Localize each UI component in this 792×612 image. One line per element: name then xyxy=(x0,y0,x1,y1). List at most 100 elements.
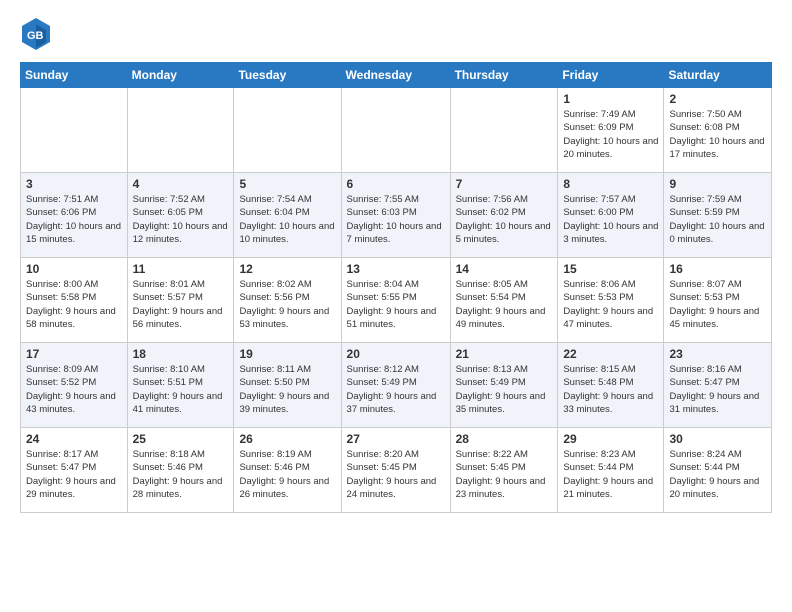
calendar-week-2: 10 Sunrise: 8:00 AM Sunset: 5:58 PM Dayli… xyxy=(21,258,772,343)
calendar-cell xyxy=(127,88,234,173)
calendar-cell: 10 Sunrise: 8:00 AM Sunset: 5:58 PM Dayli… xyxy=(21,258,128,343)
logo: GB xyxy=(20,16,56,52)
day-info: Sunrise: 8:22 AM Sunset: 5:45 PM Dayligh… xyxy=(456,448,553,501)
day-number: 19 xyxy=(239,347,335,361)
day-number: 5 xyxy=(239,177,335,191)
day-number: 24 xyxy=(26,432,122,446)
day-info: Sunrise: 8:07 AM Sunset: 5:53 PM Dayligh… xyxy=(669,278,766,331)
calendar-cell: 17Sunrise: 8:09 AM Sunset: 5:52 PM Dayli… xyxy=(21,343,128,428)
day-number: 13 xyxy=(347,262,445,276)
day-number: 1 xyxy=(563,92,658,106)
calendar-cell: 15 Sunrise: 8:06 AM Sunset: 5:53 PM Dayli… xyxy=(558,258,664,343)
day-number: 7 xyxy=(456,177,553,191)
day-number: 23 xyxy=(669,347,766,361)
day-info: Sunrise: 8:05 AM Sunset: 5:54 PM Dayligh… xyxy=(456,278,553,331)
calendar-cell: 7 Sunrise: 7:56 AM Sunset: 6:02 PM Daylig… xyxy=(450,173,558,258)
calendar-cell: 8 Sunrise: 7:57 AM Sunset: 6:00 PM Daylig… xyxy=(558,173,664,258)
calendar-cell xyxy=(450,88,558,173)
day-info: Sunrise: 8:00 AM Sunset: 5:58 PM Dayligh… xyxy=(26,278,122,331)
day-info: Sunrise: 8:04 AM Sunset: 5:55 PM Dayligh… xyxy=(347,278,445,331)
calendar-cell: 12Sunrise: 8:02 AM Sunset: 5:56 PM Dayli… xyxy=(234,258,341,343)
day-number: 26 xyxy=(239,432,335,446)
calendar-week-0: 1Sunrise: 7:49 AM Sunset: 6:09 PM Daylig… xyxy=(21,88,772,173)
day-info: Sunrise: 8:20 AM Sunset: 5:45 PM Dayligh… xyxy=(347,448,445,501)
day-info: Sunrise: 8:24 AM Sunset: 5:44 PM Dayligh… xyxy=(669,448,766,501)
day-number: 8 xyxy=(563,177,658,191)
calendar-cell: 5Sunrise: 7:54 AM Sunset: 6:04 PM Daylig… xyxy=(234,173,341,258)
calendar-cell: 4Sunrise: 7:52 AM Sunset: 6:05 PM Daylig… xyxy=(127,173,234,258)
day-number: 22 xyxy=(563,347,658,361)
calendar-cell: 27 Sunrise: 8:20 AM Sunset: 5:45 PM Dayli… xyxy=(341,428,450,513)
page: GB SundayMondayTuesdayWednesdayThursdayF… xyxy=(0,0,792,523)
day-number: 2 xyxy=(669,92,766,106)
calendar-cell: 23 Sunrise: 8:16 AM Sunset: 5:47 PM Dayli… xyxy=(664,343,772,428)
calendar-cell: 26 Sunrise: 8:19 AM Sunset: 5:46 PM Dayli… xyxy=(234,428,341,513)
day-number: 11 xyxy=(133,262,229,276)
day-number: 16 xyxy=(669,262,766,276)
calendar-cell: 19 Sunrise: 8:11 AM Sunset: 5:50 PM Dayli… xyxy=(234,343,341,428)
calendar-cell xyxy=(341,88,450,173)
day-info: Sunrise: 7:51 AM Sunset: 6:06 PM Dayligh… xyxy=(26,193,122,246)
day-info: Sunrise: 7:56 AM Sunset: 6:02 PM Dayligh… xyxy=(456,193,553,246)
day-number: 27 xyxy=(347,432,445,446)
day-number: 28 xyxy=(456,432,553,446)
weekday-header-wednesday: Wednesday xyxy=(341,63,450,88)
day-info: Sunrise: 7:57 AM Sunset: 6:00 PM Dayligh… xyxy=(563,193,658,246)
weekday-header-saturday: Saturday xyxy=(664,63,772,88)
calendar-cell xyxy=(21,88,128,173)
day-info: Sunrise: 7:59 AM Sunset: 5:59 PM Dayligh… xyxy=(669,193,766,246)
day-info: Sunrise: 7:50 AM Sunset: 6:08 PM Dayligh… xyxy=(669,108,766,161)
day-info: Sunrise: 8:01 AM Sunset: 5:57 PM Dayligh… xyxy=(133,278,229,331)
day-number: 14 xyxy=(456,262,553,276)
day-info: Sunrise: 8:10 AM Sunset: 5:51 PM Dayligh… xyxy=(133,363,229,416)
day-number: 15 xyxy=(563,262,658,276)
calendar-cell: 2 Sunrise: 7:50 AM Sunset: 6:08 PM Daylig… xyxy=(664,88,772,173)
calendar-cell: 18 Sunrise: 8:10 AM Sunset: 5:51 PM Dayli… xyxy=(127,343,234,428)
calendar-cell: 11 Sunrise: 8:01 AM Sunset: 5:57 PM Dayli… xyxy=(127,258,234,343)
day-info: Sunrise: 8:02 AM Sunset: 5:56 PM Dayligh… xyxy=(239,278,335,331)
day-number: 6 xyxy=(347,177,445,191)
calendar-cell: 20Sunrise: 8:12 AM Sunset: 5:49 PM Dayli… xyxy=(341,343,450,428)
weekday-header-monday: Monday xyxy=(127,63,234,88)
day-number: 25 xyxy=(133,432,229,446)
calendar-cell: 14 Sunrise: 8:05 AM Sunset: 5:54 PM Dayli… xyxy=(450,258,558,343)
calendar-week-3: 17Sunrise: 8:09 AM Sunset: 5:52 PM Dayli… xyxy=(21,343,772,428)
day-number: 18 xyxy=(133,347,229,361)
calendar-table: SundayMondayTuesdayWednesdayThursdayFrid… xyxy=(20,62,772,513)
day-number: 10 xyxy=(26,262,122,276)
day-info: Sunrise: 8:18 AM Sunset: 5:46 PM Dayligh… xyxy=(133,448,229,501)
calendar-week-1: 3 Sunrise: 7:51 AM Sunset: 6:06 PM Daylig… xyxy=(21,173,772,258)
day-info: Sunrise: 8:19 AM Sunset: 5:46 PM Dayligh… xyxy=(239,448,335,501)
weekday-header-thursday: Thursday xyxy=(450,63,558,88)
day-info: Sunrise: 8:06 AM Sunset: 5:53 PM Dayligh… xyxy=(563,278,658,331)
day-number: 3 xyxy=(26,177,122,191)
day-number: 9 xyxy=(669,177,766,191)
calendar-cell: 29 Sunrise: 8:23 AM Sunset: 5:44 PM Dayli… xyxy=(558,428,664,513)
calendar-cell: 3 Sunrise: 7:51 AM Sunset: 6:06 PM Daylig… xyxy=(21,173,128,258)
day-number: 29 xyxy=(563,432,658,446)
calendar-cell: 30 Sunrise: 8:24 AM Sunset: 5:44 PM Dayli… xyxy=(664,428,772,513)
day-info: Sunrise: 8:16 AM Sunset: 5:47 PM Dayligh… xyxy=(669,363,766,416)
weekday-header-row: SundayMondayTuesdayWednesdayThursdayFrid… xyxy=(21,63,772,88)
calendar-cell: 16 Sunrise: 8:07 AM Sunset: 5:53 PM Dayli… xyxy=(664,258,772,343)
day-number: 4 xyxy=(133,177,229,191)
calendar-cell: 28 Sunrise: 8:22 AM Sunset: 5:45 PM Dayli… xyxy=(450,428,558,513)
weekday-header-friday: Friday xyxy=(558,63,664,88)
calendar-cell: 1Sunrise: 7:49 AM Sunset: 6:09 PM Daylig… xyxy=(558,88,664,173)
day-number: 30 xyxy=(669,432,766,446)
day-info: Sunrise: 8:15 AM Sunset: 5:48 PM Dayligh… xyxy=(563,363,658,416)
calendar-week-4: 24 Sunrise: 8:17 AM Sunset: 5:47 PM Dayli… xyxy=(21,428,772,513)
calendar-cell: 22 Sunrise: 8:15 AM Sunset: 5:48 PM Dayli… xyxy=(558,343,664,428)
day-info: Sunrise: 7:55 AM Sunset: 6:03 PM Dayligh… xyxy=(347,193,445,246)
calendar-cell: 25 Sunrise: 8:18 AM Sunset: 5:46 PM Dayli… xyxy=(127,428,234,513)
day-info: Sunrise: 8:17 AM Sunset: 5:47 PM Dayligh… xyxy=(26,448,122,501)
calendar-cell: 21Sunrise: 8:13 AM Sunset: 5:49 PM Dayli… xyxy=(450,343,558,428)
calendar-cell: 6 Sunrise: 7:55 AM Sunset: 6:03 PM Daylig… xyxy=(341,173,450,258)
logo-icon: GB xyxy=(20,16,52,52)
day-info: Sunrise: 8:11 AM Sunset: 5:50 PM Dayligh… xyxy=(239,363,335,416)
day-number: 20 xyxy=(347,347,445,361)
header: GB xyxy=(20,16,772,52)
calendar-cell: 24 Sunrise: 8:17 AM Sunset: 5:47 PM Dayli… xyxy=(21,428,128,513)
day-info: Sunrise: 8:23 AM Sunset: 5:44 PM Dayligh… xyxy=(563,448,658,501)
day-number: 17 xyxy=(26,347,122,361)
